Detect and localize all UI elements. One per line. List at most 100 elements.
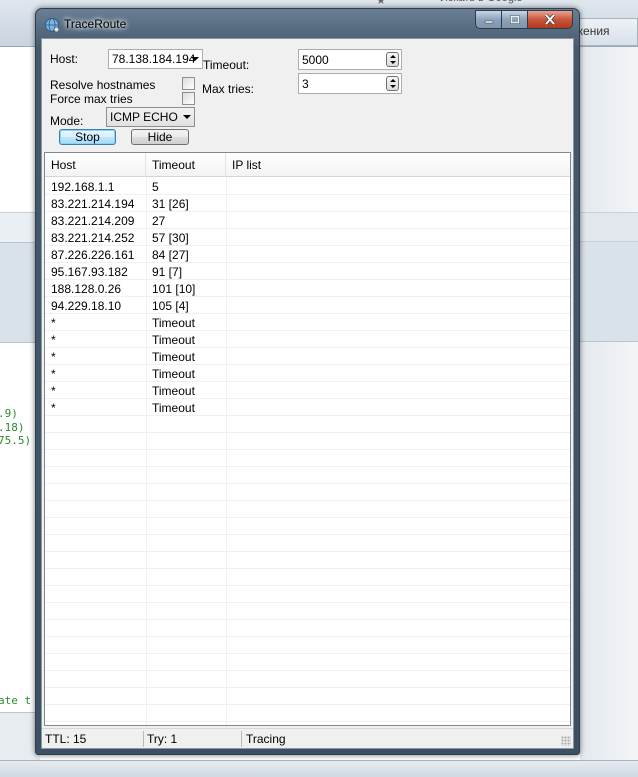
cell-timeout: 27 (152, 214, 166, 228)
background-code-line: .18) (0, 421, 25, 434)
caption-buttons (475, 10, 573, 29)
background-code-line: 75.5) (0, 434, 32, 447)
cell-host: 94.229.18.10 (51, 299, 122, 313)
background-panel (0, 212, 40, 242)
mode-label: Mode: (50, 114, 84, 128)
table-row[interactable] (45, 569, 570, 586)
cell-host: * (51, 401, 56, 415)
background-statusbar (0, 760, 638, 777)
background-code-panel (0, 342, 40, 712)
host-value: 78.138.184.194 (112, 52, 196, 66)
cell-host: * (51, 367, 56, 381)
table-row[interactable] (45, 552, 570, 569)
window-client-area: Host: 78.138.184.194 Timeout: 5000 Resol… (41, 38, 574, 749)
cell-timeout: Timeout (152, 367, 195, 381)
background-panel (0, 47, 40, 212)
cell-timeout: Timeout (152, 384, 195, 398)
cell-host: * (51, 316, 56, 330)
table-row[interactable] (45, 620, 570, 637)
bookmark-star-icon: ★ (376, 0, 386, 7)
chevron-down-icon (389, 61, 396, 65)
cell-timeout: 57 [30] (152, 231, 189, 245)
table-row[interactable] (45, 416, 570, 433)
table-row[interactable] (45, 637, 570, 654)
table-row[interactable]: * Timeout (45, 382, 570, 399)
table-row[interactable] (45, 603, 570, 620)
hide-button[interactable]: Hide (131, 129, 189, 145)
cell-timeout: 31 [26] (152, 197, 189, 211)
table-row[interactable] (45, 518, 570, 535)
table-row[interactable] (45, 501, 570, 518)
mode-select[interactable]: ICMP ECHO (106, 107, 195, 127)
table-row[interactable]: * Timeout (45, 314, 570, 331)
status-separator (143, 731, 144, 747)
table-row[interactable] (45, 433, 570, 450)
table-row[interactable]: 83.221.214.252 57 [30] (45, 229, 570, 246)
table-row[interactable]: * Timeout (45, 331, 570, 348)
mode-value: ICMP ECHO (110, 110, 178, 124)
table-row[interactable] (45, 450, 570, 467)
background-panel (580, 47, 638, 777)
close-button[interactable] (528, 10, 573, 29)
table-row[interactable] (45, 654, 570, 671)
resolve-hostnames-checkbox[interactable] (182, 77, 195, 90)
cell-timeout: Timeout (152, 350, 195, 364)
max-tries-spinbox[interactable]: 3 (298, 73, 402, 94)
table-row[interactable]: 94.229.18.10 105 [4] (45, 297, 570, 314)
results-table[interactable]: Host Timeout IP list 192.168.1.1 5 83.221.… (44, 152, 571, 726)
table-row[interactable]: 95.167.93.182 91 [7] (45, 263, 570, 280)
timeout-label: Timeout: (203, 58, 250, 72)
table-row[interactable]: * Timeout (45, 348, 570, 365)
max-tries-label: Max tries: (202, 82, 255, 96)
cell-host: * (51, 384, 56, 398)
minimize-button[interactable] (475, 10, 502, 29)
max-tries-value: 3 (302, 77, 309, 91)
table-row[interactable] (45, 705, 570, 722)
table-header: Host Timeout IP list (45, 153, 570, 177)
minimize-icon (484, 20, 493, 23)
table-row[interactable]: * Timeout (45, 399, 570, 416)
window-title: TraceRoute (64, 17, 127, 31)
chevron-up-icon (389, 78, 396, 82)
cell-timeout: Timeout (152, 316, 195, 330)
stop-button[interactable]: Stop (59, 129, 116, 145)
status-try: Try: 1 (147, 732, 178, 746)
table-row[interactable] (45, 467, 570, 484)
background-code-line: .9) (0, 407, 18, 420)
host-label: Host: (50, 52, 79, 66)
maximize-icon (509, 15, 520, 24)
table-row[interactable] (45, 535, 570, 552)
table-row[interactable]: * Timeout (45, 365, 570, 382)
column-header-ip-list[interactable]: IP list (226, 153, 570, 177)
table-row[interactable] (45, 688, 570, 705)
force-max-tries-checkbox[interactable] (182, 92, 195, 105)
close-icon (544, 14, 556, 25)
column-header-host[interactable]: Host (45, 153, 146, 177)
table-row[interactable]: 188.128.0.26 101 [10] (45, 280, 570, 297)
background-search-box: Искать в Google (440, 0, 560, 8)
table-row[interactable]: 87.226.226.161 84 [27] (45, 246, 570, 263)
cell-timeout: 105 [4] (152, 299, 189, 313)
table-row[interactable]: 192.168.1.1 5 (45, 178, 570, 195)
timeout-stepper[interactable] (386, 52, 399, 67)
resize-grip[interactable] (561, 736, 571, 746)
host-combobox[interactable]: 78.138.184.194 (108, 49, 203, 69)
column-header-timeout[interactable]: Timeout (146, 153, 226, 177)
cell-host: 87.226.226.161 (51, 248, 135, 262)
status-ttl: TTL: 15 (45, 732, 87, 746)
traceroute-window: TraceRoute Host: 78.138.184.194 Timeout:… (35, 8, 580, 755)
table-row[interactable] (45, 484, 570, 501)
maximize-button[interactable] (502, 10, 528, 29)
status-state: Tracing (246, 732, 286, 746)
cell-timeout: 84 [27] (152, 248, 189, 262)
chevron-up-icon (389, 54, 396, 58)
background-panel (0, 242, 40, 342)
table-row[interactable] (45, 671, 570, 688)
table-row[interactable] (45, 586, 570, 603)
cell-timeout: Timeout (152, 333, 195, 347)
max-tries-stepper[interactable] (386, 76, 399, 91)
timeout-spinbox[interactable]: 5000 (298, 49, 402, 70)
table-row[interactable]: 83.221.214.194 31 [26] (45, 195, 570, 212)
table-row[interactable]: 83.221.214.209 27 (45, 212, 570, 229)
table-row[interactable] (45, 722, 570, 725)
